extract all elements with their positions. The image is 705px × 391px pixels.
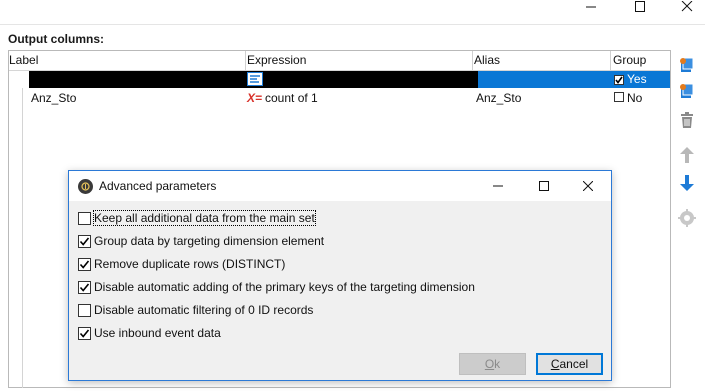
grid-row-header-divider [22, 88, 23, 388]
row2-alias[interactable]: Anz_Sto [476, 90, 521, 106]
row1-group-text: Yes [627, 72, 647, 86]
cancel-button[interactable]: Cancel [536, 353, 603, 375]
row2-group-checkbox[interactable] [614, 92, 624, 102]
option-label: Use inbound event data [94, 326, 221, 340]
option-label: Group data by targeting dimension elemen… [94, 234, 325, 248]
checkbox[interactable] [78, 211, 91, 225]
add-computed-column-icon[interactable] [678, 82, 696, 100]
checkmark-icon [79, 328, 90, 338]
move-up-icon[interactable] [678, 146, 696, 164]
dialog-maximize-button[interactable] [521, 171, 567, 201]
advanced-parameters-dialog[interactable]: Advanced parameters Keep all additional … [68, 170, 612, 381]
dialog-minimize-button[interactable] [475, 171, 521, 201]
maximize-icon [539, 181, 549, 191]
checkbox[interactable] [78, 326, 91, 340]
column-header-group[interactable]: Group [610, 51, 670, 70]
settings-icon[interactable] [678, 209, 696, 227]
close-window-button[interactable] [668, 0, 705, 14]
close-icon [583, 181, 593, 191]
checkmark-icon [615, 76, 623, 84]
row1-expression-cell[interactable] [245, 71, 478, 88]
add-column-icon[interactable] [678, 56, 696, 74]
option-label: Disable automatic filtering of 0 ID reco… [94, 303, 314, 317]
row1-label-cell[interactable] [29, 71, 245, 88]
dialog-title: Advanced parameters [99, 179, 217, 193]
move-down-icon[interactable] [678, 174, 696, 192]
maximize-icon [635, 1, 645, 12]
minimize-icon [493, 185, 503, 187]
option-disable-zero-id-filter[interactable]: Disable automatic filtering of 0 ID reco… [78, 302, 313, 318]
column-header-label[interactable]: Label [6, 51, 246, 70]
checkbox[interactable] [78, 303, 91, 317]
checkbox[interactable] [78, 257, 91, 271]
app-icon [78, 179, 93, 194]
option-keep-additional-data[interactable]: Keep all additional data from the main s… [78, 210, 316, 226]
ok-button[interactable]: Ok [459, 353, 526, 375]
delete-icon[interactable] [678, 111, 696, 129]
checkmark-icon [79, 282, 90, 292]
row2-expression[interactable]: count of 1 [265, 90, 318, 106]
checkbox[interactable] [78, 280, 91, 294]
column-header-alias[interactable]: Alias [471, 51, 611, 70]
row1-group-checkbox[interactable] [614, 75, 624, 85]
minimize-icon [586, 6, 596, 8]
expression-editor-icon[interactable] [247, 72, 263, 86]
output-columns-label: Output columns: [8, 32, 104, 46]
maximize-button[interactable] [621, 0, 659, 14]
checkmark-icon [79, 259, 90, 269]
row2-label[interactable]: Anz_Sto [31, 90, 76, 106]
option-disable-primary-keys[interactable]: Disable automatic adding of the primary … [78, 279, 475, 295]
checkbox[interactable] [78, 234, 91, 248]
column-header-expression[interactable]: Expression [244, 51, 474, 70]
option-label: Keep all additional data from the main s… [93, 210, 316, 226]
row1-alias-cell[interactable] [478, 71, 611, 88]
checkmark-icon [79, 236, 90, 246]
close-icon [681, 1, 693, 12]
dialog-close-button[interactable] [565, 171, 611, 201]
minimize-button[interactable] [572, 0, 610, 14]
expression-x-icon: X= [247, 91, 263, 105]
option-use-inbound-event[interactable]: Use inbound event data [78, 325, 221, 341]
dialog-titlebar[interactable]: Advanced parameters [69, 171, 611, 201]
option-label: Disable automatic adding of the primary … [94, 280, 475, 294]
option-group-by-dimension[interactable]: Group data by targeting dimension elemen… [78, 233, 324, 249]
row2-group-text: No [627, 91, 643, 105]
top-separator [0, 24, 705, 25]
option-remove-duplicates[interactable]: Remove duplicate rows (DISTINCT) [78, 256, 285, 272]
option-label: Remove duplicate rows (DISTINCT) [94, 257, 286, 271]
